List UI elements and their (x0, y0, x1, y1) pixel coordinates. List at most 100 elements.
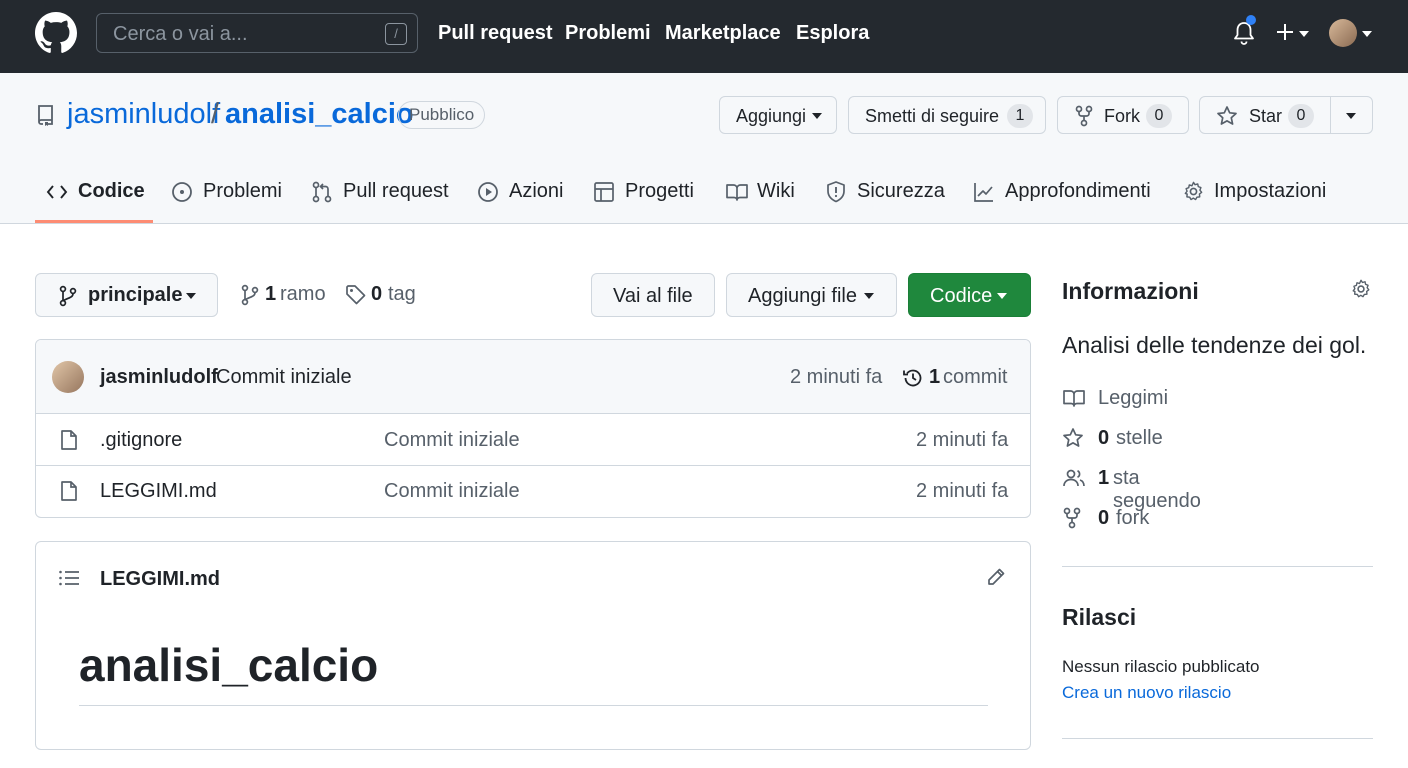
no-releases-text: Nessun rilascio pubblicato (1062, 657, 1260, 676)
star-button[interactable]: Star 0 (1199, 96, 1373, 134)
readme-link-label: Leggimi (1098, 387, 1169, 409)
chevron-down-icon (864, 293, 874, 299)
table-row: .gitignore Commit iniziale 2 minuti fa (36, 414, 1030, 466)
pencil-icon[interactable] (986, 567, 1006, 587)
commit-author-avatar[interactable] (52, 361, 84, 393)
play-icon (477, 181, 499, 203)
branch-count[interactable]: 1 (265, 283, 276, 306)
code-icon (46, 182, 68, 202)
user-menu-caret-icon[interactable] (1362, 31, 1372, 37)
file-name[interactable]: LEGGIMI.md (100, 480, 217, 503)
issue-icon (171, 181, 193, 203)
unwatch-button-label: Smetti di seguire (865, 106, 1000, 126)
forks-count: 0 (1098, 507, 1110, 529)
graph-icon (973, 181, 995, 203)
tag-count[interactable]: 0 (371, 283, 382, 306)
releases-title[interactable]: Rilasci (1062, 604, 1136, 631)
repo-icon (36, 104, 56, 126)
tab-code[interactable]: Codice (78, 180, 145, 203)
sidebar-divider (1062, 738, 1373, 739)
chevron-down-icon (186, 293, 196, 299)
branch-name: principale (88, 284, 183, 306)
commit-count-label[interactable]: commit (943, 366, 1007, 389)
about-title: Informazioni (1062, 278, 1199, 304)
search-input[interactable]: Cerca o vai a... / (96, 13, 418, 53)
tab-actions[interactable]: Azioni (509, 180, 563, 203)
list-icon[interactable] (58, 569, 80, 587)
forks-label: fork (1116, 507, 1150, 529)
readme-heading: analisi_calcio (79, 639, 379, 691)
plus-icon[interactable] (1275, 22, 1295, 42)
nav-explore[interactable]: Esplora (796, 22, 869, 45)
selected-tab-underline (35, 220, 153, 223)
fork-icon (1062, 507, 1082, 529)
global-header: Cerca o vai a... / Pull request Problemi… (0, 0, 1408, 73)
chevron-down-icon (812, 113, 822, 119)
user-avatar[interactable] (1329, 19, 1357, 47)
tag-icon (345, 284, 367, 306)
star-icon (1216, 105, 1238, 127)
file-commit-message[interactable]: Commit iniziale (384, 480, 520, 503)
plus-menu-caret-icon[interactable] (1299, 31, 1309, 37)
go-to-file-button[interactable]: Vai al file (591, 273, 715, 317)
star-counter: 0 (1288, 104, 1314, 128)
file-icon (60, 480, 78, 502)
tab-wiki[interactable]: Wiki (757, 180, 795, 203)
commit-time: 2 minuti fa (790, 366, 883, 388)
branch-selector-button[interactable]: principale (35, 273, 218, 317)
book-icon (725, 182, 749, 202)
branch-count-label[interactable]: ramo (280, 283, 326, 306)
pull-request-icon (311, 180, 333, 204)
code-button[interactable]: Codice (908, 273, 1031, 317)
add-file-label: Aggiungi file (748, 285, 857, 307)
people-icon (1062, 468, 1086, 488)
tab-issues[interactable]: Problemi (203, 180, 282, 203)
file-icon (60, 429, 78, 451)
repo-path-separator: / (211, 98, 220, 130)
file-list: jasminludolf Commit iniziale 2 minuti fa… (35, 339, 1031, 518)
notification-indicator (1246, 15, 1256, 25)
nav-pull-requests[interactable]: Pull request (438, 22, 552, 45)
file-name[interactable]: .gitignore (100, 429, 182, 452)
star-button-label: Star (1249, 106, 1283, 126)
stars-label: stelle (1116, 427, 1163, 449)
github-logo-icon[interactable] (35, 12, 77, 54)
repo-name-link[interactable]: analisi_calcio (225, 98, 414, 131)
nav-issues[interactable]: Problemi (565, 22, 651, 45)
tab-security[interactable]: Sicurezza (857, 180, 945, 203)
tab-projects[interactable]: Progetti (625, 180, 694, 203)
tag-count-label[interactable]: tag (388, 283, 416, 306)
commit-author[interactable]: jasminludolf (100, 366, 218, 389)
file-commit-time: 2 minuti fa (916, 480, 1009, 502)
chevron-down-icon (997, 293, 1007, 299)
unwatch-button[interactable]: Smetti di seguire 1 (848, 96, 1046, 134)
add-button-label: Aggiungi (736, 106, 807, 126)
about-settings-gear-icon[interactable] (1350, 278, 1372, 300)
commit-count[interactable]: 1 (929, 366, 940, 389)
history-icon (902, 367, 924, 389)
star-lists-chevron-down-icon[interactable] (1346, 113, 1356, 119)
branch-count-icon (240, 284, 260, 306)
star-icon (1062, 427, 1084, 449)
add-file-button[interactable]: Aggiungi file (726, 273, 897, 317)
tab-settings[interactable]: Impostazioni (1214, 180, 1326, 203)
latest-commit-bar: jasminludolf Commit iniziale 2 minuti fa… (36, 340, 1030, 414)
watch-counter: 1 (1007, 104, 1033, 128)
repo-owner-link[interactable]: jasminludolf (67, 98, 220, 131)
visibility-badge: Pubblico (398, 101, 486, 129)
tab-insights[interactable]: Approfondimenti (1005, 180, 1151, 203)
tab-pull-requests[interactable]: Pull request (343, 180, 449, 203)
create-release-link[interactable]: Crea un nuovo rilascio (1062, 683, 1231, 703)
nav-marketplace[interactable]: Marketplace (665, 22, 781, 45)
file-commit-message[interactable]: Commit iniziale (384, 429, 520, 452)
table-icon (593, 181, 615, 203)
go-to-file-label: Vai al file (613, 285, 693, 307)
add-button[interactable]: Aggiungi (719, 96, 837, 134)
fork-button-label: Fork (1104, 106, 1140, 126)
readme-filename[interactable]: LEGGIMI.md (100, 568, 220, 591)
fork-button[interactable]: Fork 0 (1057, 96, 1189, 134)
table-row: LEGGIMI.md Commit iniziale 2 minuti fa (36, 466, 1030, 517)
commit-message[interactable]: Commit iniziale (216, 366, 352, 389)
fork-icon (1074, 105, 1094, 127)
branch-icon (58, 285, 78, 307)
